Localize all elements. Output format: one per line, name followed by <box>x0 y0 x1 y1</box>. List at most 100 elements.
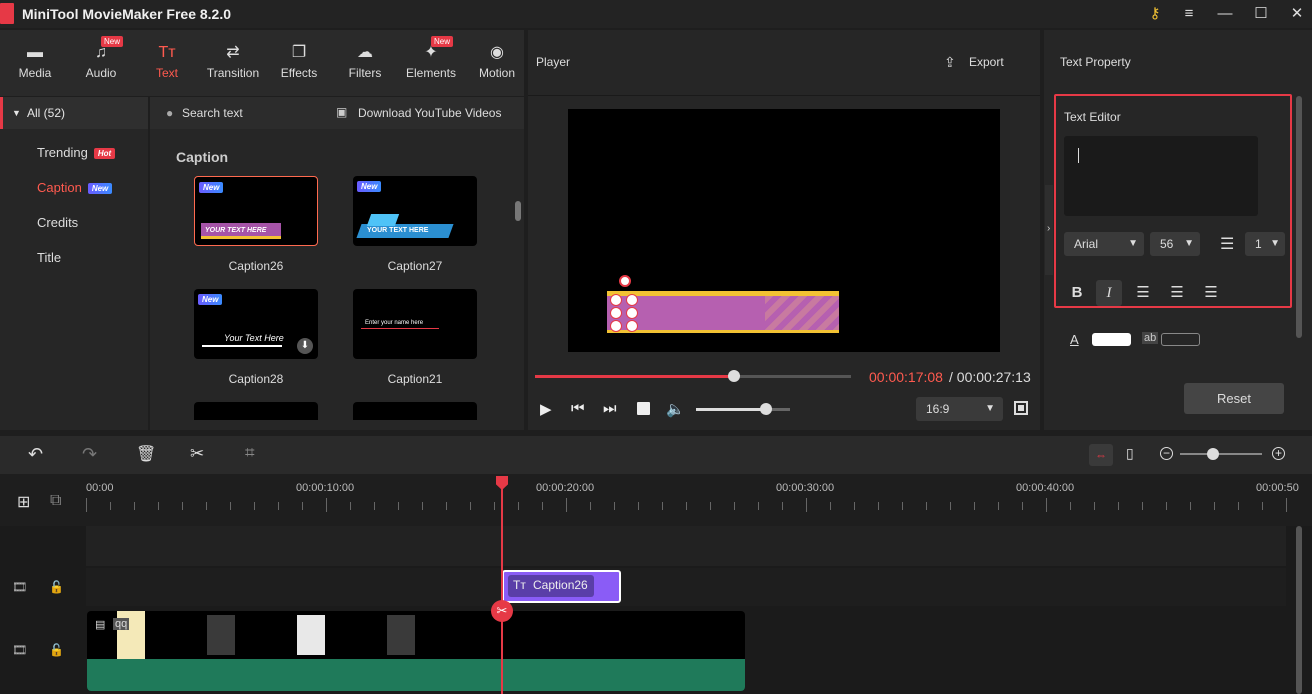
font-select[interactable]: Arial ▼ <box>1064 232 1144 256</box>
category-credits[interactable]: Credits <box>37 215 78 230</box>
resize-handle[interactable] <box>610 307 622 319</box>
resize-handle[interactable] <box>626 320 638 332</box>
toolbar-transition[interactable]: ⇄ Transition <box>200 40 266 90</box>
timeline-tracks: 🎞 🔓 🎞 🔓 Tт Caption26 ▤ qq <box>0 526 1312 694</box>
toolbar-text[interactable]: Tт Text <box>134 40 200 90</box>
caption27-thumbnail[interactable]: New YOUR TEXT HERE <box>353 176 477 246</box>
library-scrollbar[interactable] <box>515 201 521 221</box>
aspect-ratio-select[interactable]: 16:9 ▼ <box>916 397 1003 421</box>
redo-icon[interactable]: ↷ <box>82 444 97 465</box>
ruler-tick <box>662 502 663 510</box>
split-playhead-icon[interactable]: ✂ <box>491 600 513 622</box>
ruler-tick <box>638 502 639 510</box>
fit-icon[interactable]: ▯ <box>1126 445 1134 462</box>
ruler-tick <box>326 498 327 512</box>
property-scrollbar[interactable] <box>1296 96 1302 338</box>
align-left-icon[interactable]: ☰ <box>1130 280 1156 306</box>
undo-icon[interactable]: ↶ <box>28 444 43 465</box>
maximize-button[interactable]: ☐ <box>1250 4 1272 24</box>
play-button[interactable]: ▶ <box>540 400 552 418</box>
toolbar-media[interactable]: ▬ Media <box>2 40 68 90</box>
ruler-tick <box>86 498 87 512</box>
zoom-in-icon[interactable]: + <box>1272 447 1285 460</box>
progress-bar[interactable] <box>535 370 851 382</box>
caption21-thumbnail[interactable]: Enter your name here <box>353 289 477 359</box>
italic-icon[interactable]: I <box>1096 280 1122 306</box>
text-icon: Tт <box>158 44 176 61</box>
toolbar-audio[interactable]: ♫ Audio New <box>68 36 134 90</box>
export-button[interactable]: Export <box>969 55 1004 69</box>
category-all[interactable]: ▼ All (52) <box>0 97 148 129</box>
split-icon[interactable]: ✂ <box>190 444 204 464</box>
category-caption[interactable]: Caption New <box>37 180 113 195</box>
align-center-icon[interactable]: ☰ <box>1164 280 1190 306</box>
font-size-select[interactable]: 56 ▼ <box>1150 232 1200 256</box>
resize-handle[interactable] <box>626 294 638 306</box>
key-icon[interactable]: ⚷ <box>1144 4 1166 24</box>
resize-handle[interactable] <box>626 307 638 319</box>
timeline-scrollbar[interactable] <box>1296 526 1302 694</box>
close-button[interactable]: ✕ <box>1286 4 1308 24</box>
zoom-out-icon[interactable]: − <box>1160 447 1173 460</box>
stop-button[interactable] <box>637 402 650 415</box>
ruler-tick <box>446 502 447 510</box>
caption-overlay[interactable] <box>607 291 839 333</box>
add-track-icon[interactable]: ⊞ <box>17 492 30 512</box>
toolbar-label: Elements <box>405 66 457 80</box>
align-right-icon[interactable]: ☰ <box>1198 280 1224 306</box>
ruler-tick <box>230 502 231 510</box>
crop-icon[interactable]: ⌗ <box>245 443 255 463</box>
font-color-swatch[interactable] <box>1092 333 1131 346</box>
download-icon[interactable]: ⬇ <box>297 338 313 354</box>
menu-icon[interactable]: ≡ <box>1178 4 1200 24</box>
resize-handle[interactable] <box>610 320 622 332</box>
new-badge: New <box>199 182 224 193</box>
app-logo <box>0 3 14 24</box>
zoom-handle[interactable] <box>1206 448 1219 460</box>
toolbar-effects[interactable]: ❐ Effects <box>266 40 332 90</box>
download-youtube-link[interactable]: Download YouTube Videos <box>358 106 501 120</box>
ruler-tick <box>974 502 975 510</box>
caption-clip[interactable]: Tт Caption26 <box>502 570 621 603</box>
volume-slider[interactable] <box>696 403 790 415</box>
progress-handle[interactable] <box>728 370 741 382</box>
reset-button[interactable]: Reset <box>1184 383 1284 414</box>
video-clip[interactable]: ▤ qq <box>87 611 745 691</box>
zoom-slider[interactable] <box>1180 448 1262 460</box>
caption28-thumbnail[interactable]: New Your Text Here ⬇ <box>194 289 318 359</box>
text-input[interactable] <box>1064 136 1258 216</box>
search-input[interactable]: Search text <box>182 106 243 120</box>
volume-handle[interactable] <box>759 403 772 415</box>
toolbar-elements[interactable]: ✦ Elements New <box>398 36 464 90</box>
total-time: / 00:00:27:13 <box>949 369 1031 385</box>
caption26-thumbnail[interactable]: New YOUR TEXT HERE <box>194 176 318 246</box>
delete-icon[interactable]: 🗑 <box>136 444 156 464</box>
lock-icon[interactable]: 🔓 <box>49 580 64 594</box>
ruler-tick <box>950 502 951 510</box>
next-frame-button[interactable]: ⏭ <box>603 400 617 417</box>
snap-icon[interactable]: ⇔ <box>1089 444 1113 466</box>
previous-frame-button[interactable]: ⏮ <box>571 400 585 417</box>
resize-handle[interactable] <box>610 294 622 306</box>
line-spacing-select[interactable]: 1 ▼ <box>1245 232 1285 256</box>
background-color-swatch[interactable] <box>1161 333 1200 346</box>
lock-icon[interactable]: 🔓 <box>49 643 64 657</box>
bold-icon[interactable]: B <box>1064 280 1090 306</box>
video-preview[interactable] <box>568 109 1000 352</box>
ruler-tick <box>1094 502 1095 510</box>
fullscreen-icon[interactable] <box>1014 401 1028 415</box>
category-title[interactable]: Title <box>37 250 61 265</box>
toolbar-motion[interactable]: ◉ Motion <box>464 40 530 90</box>
minimize-button[interactable]: — <box>1214 4 1236 24</box>
rotate-handle[interactable] <box>619 275 631 287</box>
toolbar-filters[interactable]: ☁ Filters <box>332 40 398 90</box>
toolbar-label: Effects <box>280 66 318 80</box>
template-thumbnail[interactable] <box>353 402 477 420</box>
playhead[interactable] <box>501 478 503 694</box>
copy-track-icon[interactable]: ⧉ <box>50 492 61 510</box>
timeline-ruler[interactable]: 00:00 00:00:10:00 00:00:20:00 00:00:30:0… <box>86 476 1300 526</box>
ruler-tick <box>998 502 999 510</box>
category-trending[interactable]: Trending Hot <box>37 145 116 160</box>
volume-icon[interactable]: 🔈 <box>666 400 685 418</box>
template-thumbnail[interactable] <box>194 402 318 420</box>
